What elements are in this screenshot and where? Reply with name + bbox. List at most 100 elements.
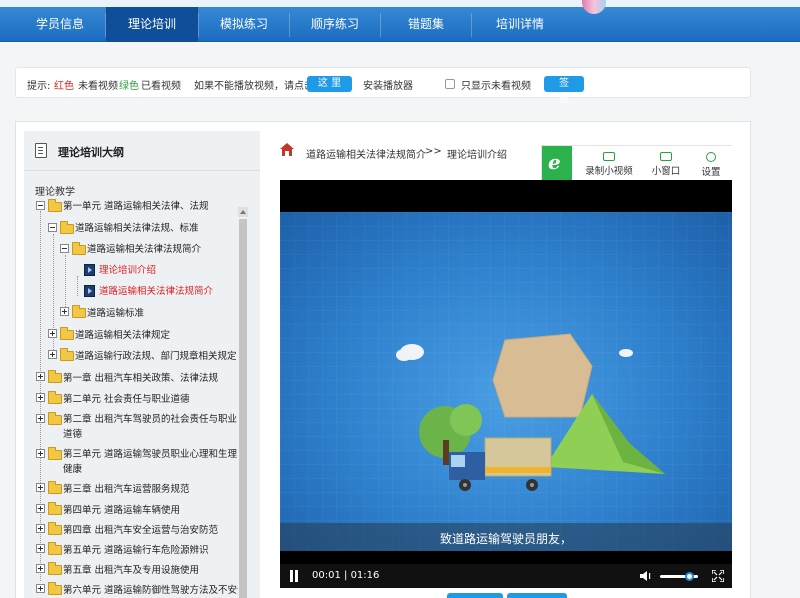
hint-prefix: 提示: [27,81,51,92]
tree-item-chapter-3[interactable]: 第三章 出租汽车运营服务规范 [63,484,190,496]
record-label: 录制小视频 [585,166,633,177]
nav-item-training-details[interactable]: 培训详情 [472,7,568,42]
tree-item-chapter-5[interactable]: 第五章 出租汽车及专用设施使用 [63,565,199,577]
expand-toggle[interactable] [36,393,45,402]
volume-slider[interactable] [660,572,698,581]
collapse-toggle[interactable] [48,223,57,232]
tree-item-admin-regulations[interactable]: 道路运输行政法规、部门规章相关规定 [75,351,237,363]
folder-icon [48,542,62,555]
settings-button[interactable]: 设置 [694,146,728,181]
folder-icon [48,391,62,404]
timecode: 00:01 | 01:16 [312,570,379,581]
tree-video-laws-intro[interactable]: 道路运输相关法律法规简介 [99,286,213,298]
sidebar-subtitle: 理论教学 [35,187,75,198]
expand-toggle[interactable] [36,414,45,423]
volume-icon[interactable] [640,570,652,582]
folder-icon [48,522,62,535]
expand-toggle[interactable] [36,483,45,492]
scroll-up-arrow[interactable] [238,207,248,217]
nav-item-theory-training[interactable]: 理论培训 [106,7,198,42]
folder-icon [60,327,74,340]
expand-toggle[interactable] [60,307,69,316]
tree-icon [450,404,482,436]
expand-toggle[interactable] [36,372,45,381]
pause-icon[interactable] [289,570,299,582]
folder-icon [60,348,74,361]
player-logo: e [542,146,572,181]
breadcrumb-current: 理论培训介绍 [447,150,507,161]
nav-item-wrong-questions[interactable]: 错题集 [381,7,471,42]
tree-item-transport-standards[interactable]: 道路运输标准 [87,308,144,320]
folder-icon [72,305,86,318]
mini-window-label: 小窗口 [651,166,681,177]
tree-connector [77,276,78,296]
tree-item-unit-6[interactable]: 第六单元 道路运输防御性驾驶方法及不安全 [63,585,247,597]
expand-toggle[interactable] [36,504,45,513]
expand-toggle[interactable] [36,524,45,533]
scroll-thumb[interactable] [239,219,247,598]
balloon-decoration [582,0,606,14]
nav-item-sequential[interactable]: 顺序练习 [290,7,380,42]
collapse-toggle[interactable] [36,201,45,210]
time-total: 01:16 [350,570,380,581]
fullscreen-icon[interactable] [712,570,724,582]
expand-toggle[interactable] [36,564,45,573]
mini-window-button[interactable]: 小窗口 [646,146,686,181]
tv-icon [660,152,672,161]
book-icon [35,143,47,158]
small-cloud-icon [619,349,633,357]
sidebar-title: 理论培训大纲 [58,146,124,159]
hint-green-word: 绿色 [119,81,139,92]
here-button[interactable]: 这 里 [307,76,352,92]
video-frame[interactable]: 致道路运输驾驶员朋友， [280,212,732,551]
install-player-link[interactable]: 安装播放器 [363,77,413,92]
video-player[interactable]: 致道路运输驾驶员朋友， 00:01 | 01:16 [280,180,732,588]
breadcrumb-section[interactable]: 道路运输相关法律法规简介 [306,146,426,161]
folder-icon [48,370,62,383]
folder-open-icon [72,242,86,255]
folder-icon [48,582,62,595]
tree-item-law-provisions[interactable]: 道路运输相关法律规定 [75,330,170,342]
below-player-button[interactable] [447,593,503,598]
expand-toggle[interactable] [36,544,45,553]
only-unwatched-label: 只显示未看视频 [461,81,531,92]
nav-item-simulation[interactable]: 模拟练习 [199,7,289,42]
tree-item-chapter-4[interactable]: 第四章 出租汽车安全运营与治安防范 [63,525,218,537]
only-unwatched-checkbox[interactable] [445,79,455,89]
top-nav: 学员信息 理论培训 模拟练习 顺序练习 错题集 培训详情 [0,0,800,42]
hint-red-meaning: 未看视频 [78,81,118,92]
collapse-toggle[interactable] [60,244,69,253]
tree-item-unit-1[interactable]: 第一单元 道路运输相关法律、法规 [63,201,209,213]
hint-bar: 提示: 红色 未看视频 绿色 已看视频 如果不能播放视频，请点击 这 里 安装播… [15,67,751,105]
sidebar-scrollbar[interactable] [238,207,248,598]
home-icon[interactable] [280,143,294,156]
tree-item-unit-3[interactable]: 第三单元 道路运输驾驶员职业心理和生理健康 [63,447,243,477]
nav-item-student-info[interactable]: 学员信息 [15,7,105,42]
tree-item-unit-2[interactable]: 第二单元 社会责任与职业道德 [63,394,190,406]
settings-label: 设置 [701,167,721,178]
video-icon [84,285,95,297]
below-player-button[interactable] [507,593,567,598]
tree-video-theory-intro[interactable]: 理论培训介绍 [99,265,156,277]
tree-item-unit-4[interactable]: 第四单元 道路运输车辆使用 [63,505,180,517]
expand-toggle[interactable] [36,449,45,458]
tree-trunk [443,440,449,465]
tree-item-laws-standards[interactable]: 道路运输相关法律法规、标准 [75,223,199,235]
tree-item-chapter-2[interactable]: 第二章 出租汽车驾驶员的社会责任与职业道德 [63,412,243,442]
signout-button[interactable]: 签 退 [544,76,584,105]
time-current: 00:01 [312,570,341,581]
player-toolbar: e 录制小视频 小窗口 设置 [541,145,732,181]
record-icon [603,152,615,161]
tree-item-chapter-1[interactable]: 第一章 出租汽车相关政策、法律法规 [63,373,218,385]
expand-toggle[interactable] [48,329,57,338]
volume-knob[interactable] [685,572,694,581]
folder-open-icon [60,221,74,234]
subtitle-bar: 致道路运输驾驶员朋友， [280,523,732,551]
expand-toggle[interactable] [36,584,45,593]
folder-open-icon [48,199,62,212]
sidebar: 理论培训大纲 理论教学 第一单元 道路运输相关法律、法规 道路运输相关法律法规、… [24,131,260,598]
tree-item-laws-intro[interactable]: 道路运输相关法律法规简介 [87,244,201,256]
tree-item-unit-5[interactable]: 第五单元 道路运输行车危险源辨识 [63,545,209,557]
expand-toggle[interactable] [48,350,57,359]
record-clip-button[interactable]: 录制小视频 [580,146,638,181]
